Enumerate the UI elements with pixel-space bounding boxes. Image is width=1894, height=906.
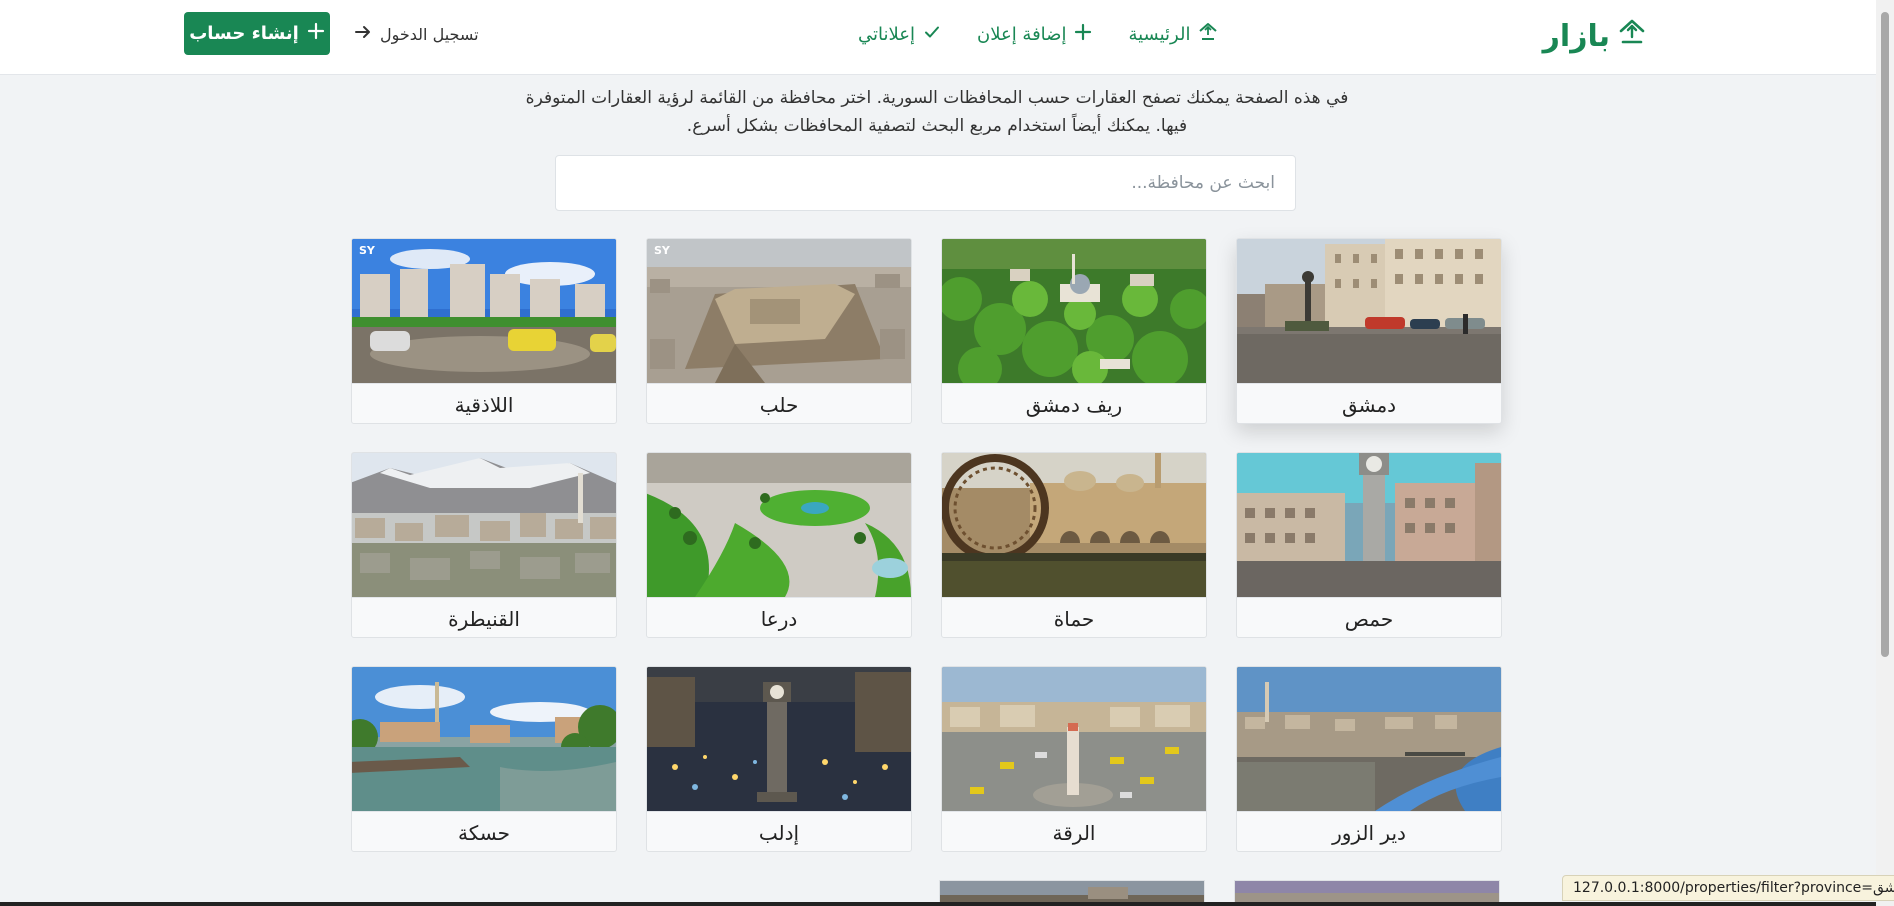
- province-card-deir-ez-zor[interactable]: دير الزور: [1236, 666, 1502, 852]
- status-bar-url: 127.0.0.1:8000/properties/filter?provinc…: [1562, 875, 1894, 901]
- arrow-right-icon: [354, 23, 372, 45]
- nav-my-listings-label: إعلاناتي: [858, 23, 915, 45]
- nav-home[interactable]: الرئيسية: [1128, 22, 1218, 47]
- login-label: تسجيل الدخول: [380, 24, 479, 44]
- province-image: [942, 239, 1206, 383]
- province-name: حسكة: [352, 811, 616, 851]
- province-image: [647, 667, 911, 811]
- house-up-icon: [1198, 22, 1218, 47]
- province-name: حلب: [647, 383, 911, 423]
- province-name: القنيطرة: [352, 597, 616, 637]
- province-card-aleppo[interactable]: SY حلب: [646, 238, 912, 424]
- nav-home-label: الرئيسية: [1128, 23, 1191, 45]
- intro-line: في هذه الصفحة يمكنك تصفح العقارات حسب ال…: [525, 88, 1349, 108]
- province-name: اللاذقية: [352, 383, 616, 423]
- province-grid: دمشق ريف دمشق SY حلب SY اللاذقية حمص حما…: [351, 238, 1502, 852]
- province-image: SY: [647, 239, 911, 383]
- house-up-icon: [1618, 18, 1646, 54]
- brand-logo[interactable]: بازار: [1543, 16, 1646, 56]
- province-name: حماة: [942, 597, 1206, 637]
- image-watermark: SY: [654, 244, 670, 257]
- window-bottom-edge: [0, 902, 1876, 906]
- page: بازار الرئيسية إضافة إعلان إعلاناتي تسجي…: [0, 0, 1894, 906]
- province-card-hama[interactable]: حماة: [941, 452, 1207, 638]
- brand-name: بازار: [1542, 18, 1610, 54]
- province-image: SY: [352, 239, 616, 383]
- province-image: [1237, 453, 1501, 597]
- province-image: [352, 667, 616, 811]
- province-name: الرقة: [942, 811, 1206, 851]
- province-name: ريف دمشق: [942, 383, 1206, 423]
- nav-add-listing-label: إضافة إعلان: [977, 23, 1067, 45]
- province-card-raqqa[interactable]: الرقة: [941, 666, 1207, 852]
- province-name: دير الزور: [1237, 811, 1501, 851]
- page-scrollbar[interactable]: [1876, 0, 1894, 906]
- check-icon: [923, 23, 941, 46]
- province-name: درعا: [647, 597, 911, 637]
- intro-line: فيها. يمكنك أيضاً استخدام مربع البحث لتص…: [686, 116, 1188, 136]
- nav-my-listings[interactable]: إعلاناتي: [858, 23, 941, 46]
- province-card-homs[interactable]: حمص: [1236, 452, 1502, 638]
- province-name: حمص: [1237, 597, 1501, 637]
- province-card-daraa[interactable]: درعا: [646, 452, 912, 638]
- navbar: بازار الرئيسية إضافة إعلان إعلاناتي تسجي…: [0, 0, 1876, 75]
- province-image: [942, 667, 1206, 811]
- province-name: دمشق: [1237, 383, 1501, 423]
- plus-icon: [307, 22, 325, 45]
- province-image: [352, 453, 616, 597]
- intro-text: في هذه الصفحة يمكنك تصفح العقارات حسب ال…: [480, 84, 1394, 140]
- province-card-quneitra[interactable]: القنيطرة: [351, 452, 617, 638]
- signup-button[interactable]: إنشاء حساب: [184, 12, 330, 55]
- signup-label: إنشاء حساب: [189, 23, 299, 44]
- province-image: [1237, 667, 1501, 811]
- province-image: [647, 453, 911, 597]
- province-image: [942, 453, 1206, 597]
- province-card-latakia[interactable]: SY اللاذقية: [351, 238, 617, 424]
- image-watermark: SY: [359, 244, 375, 257]
- plus-icon: [1074, 23, 1092, 46]
- province-search-input[interactable]: [555, 155, 1296, 211]
- province-card-idlib[interactable]: إدلب: [646, 666, 912, 852]
- main-nav: الرئيسية إضافة إعلان إعلاناتي: [858, 20, 1218, 48]
- scrollbar-thumb[interactable]: [1881, 12, 1889, 657]
- login-link[interactable]: تسجيل الدخول: [354, 22, 479, 46]
- province-image: [1237, 239, 1501, 383]
- province-card-rif-dimashq[interactable]: ريف دمشق: [941, 238, 1207, 424]
- nav-add-listing[interactable]: إضافة إعلان: [977, 23, 1092, 46]
- province-card-hasakah[interactable]: حسكة: [351, 666, 617, 852]
- province-card-damascus[interactable]: دمشق: [1236, 238, 1502, 424]
- province-name: إدلب: [647, 811, 911, 851]
